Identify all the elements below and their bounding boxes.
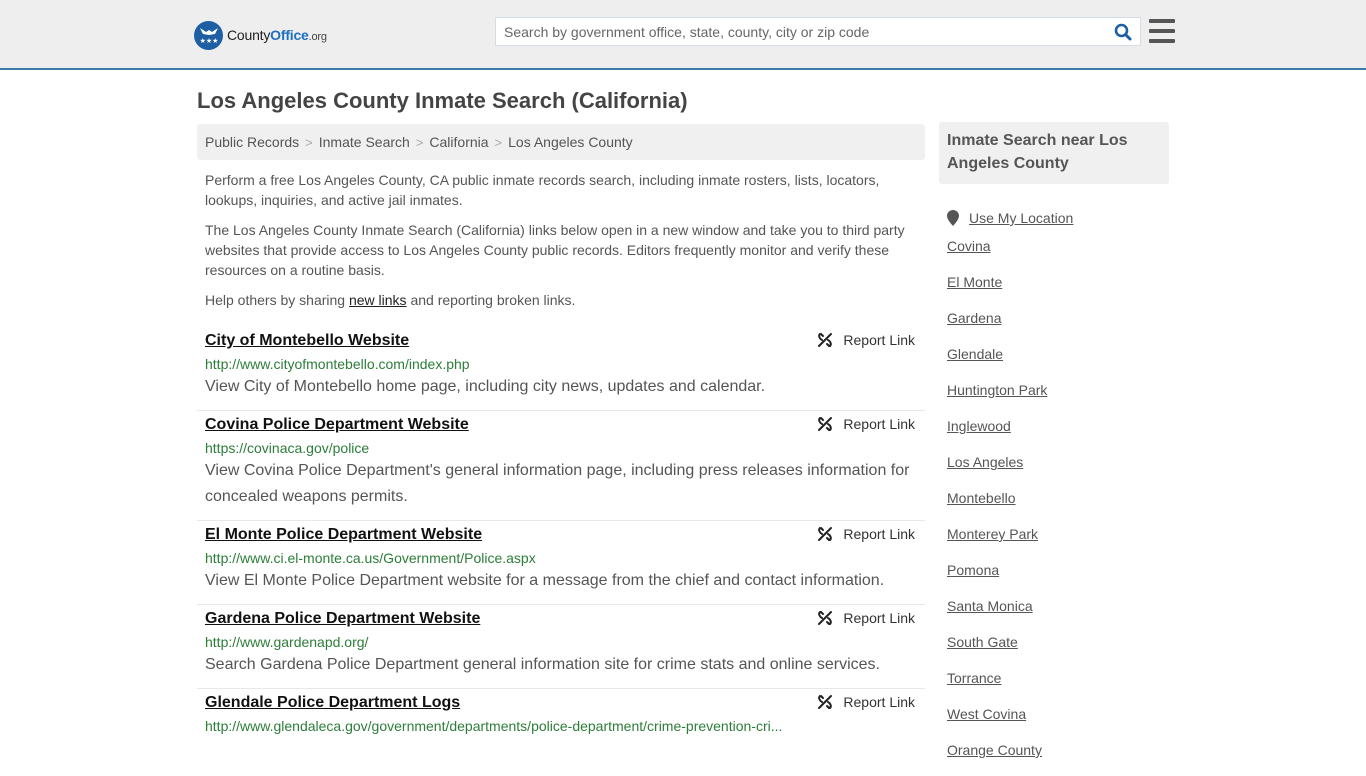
intro-paragraph: Perform a free Los Angeles County, CA pu… bbox=[205, 172, 880, 208]
sidebar-heading: Inmate Search near Los Angeles County bbox=[939, 122, 1169, 184]
result-description: View City of Montebello home page, inclu… bbox=[205, 378, 766, 395]
result-item: Glendale Police Department Logs Report L… bbox=[197, 689, 925, 745]
sidebar-place-link[interactable]: El Monte bbox=[947, 272, 1073, 308]
sidebar-place-link[interactable]: Santa Monica bbox=[947, 596, 1073, 632]
result-item: City of Montebello Website Report Link h… bbox=[197, 327, 925, 411]
svg-text:★★★: ★★★ bbox=[199, 37, 218, 45]
sidebar-place-link[interactable]: Covina bbox=[947, 236, 1073, 272]
result-item: Covina Police Department Website Report … bbox=[197, 411, 925, 521]
breadcrumb-separator: > bbox=[415, 134, 424, 150]
breadcrumb: Public Records > Inmate Search > Califor… bbox=[197, 124, 925, 160]
top-header: ★★★ CountyOffice.org bbox=[0, 0, 1366, 70]
sidebar-place-link[interactable]: Glendale bbox=[947, 344, 1073, 380]
result-url: http://www.glendaleca.gov/government/dep… bbox=[205, 718, 783, 734]
logo-wordmark: CountyOffice.org bbox=[227, 27, 327, 43]
use-my-location-link[interactable]: Use My Location bbox=[947, 200, 1073, 236]
report-link-button[interactable]: Report Link bbox=[817, 526, 915, 542]
result-url: http://www.ci.el-monte.ca.us/Government/… bbox=[205, 550, 536, 566]
result-item: El Monte Police Department Website Repor… bbox=[197, 521, 925, 605]
hamburger-menu-icon[interactable] bbox=[1149, 19, 1175, 43]
sidebar-place-link[interactable]: Pomona bbox=[947, 560, 1073, 596]
result-title-link[interactable]: City of Montebello Website bbox=[205, 331, 409, 351]
breadcrumb-separator: > bbox=[305, 134, 313, 150]
results-list: City of Montebello Website Report Link h… bbox=[197, 327, 925, 745]
result-url: http://www.gardenapd.org/ bbox=[205, 634, 369, 650]
sidebar-place-link[interactable]: South Gate bbox=[947, 632, 1073, 668]
report-link-button[interactable]: Report Link bbox=[817, 610, 915, 626]
result-title-link[interactable]: Covina Police Department Website bbox=[205, 415, 469, 435]
search-input[interactable] bbox=[496, 18, 1106, 45]
site-logo[interactable]: ★★★ CountyOffice.org bbox=[194, 20, 327, 50]
report-link-button[interactable]: Report Link bbox=[817, 694, 915, 710]
result-description: View Covina Police Department's general … bbox=[205, 462, 910, 505]
share-links-paragraph: Help others by sharing new links and rep… bbox=[205, 292, 576, 308]
search-button[interactable] bbox=[1106, 18, 1140, 45]
result-url: https://covinaca.gov/police bbox=[205, 440, 370, 456]
sidebar-place-link[interactable]: West Covina bbox=[947, 704, 1073, 740]
result-title-link[interactable]: Glendale Police Department Logs bbox=[205, 693, 460, 713]
sidebar-place-link[interactable]: Huntington Park bbox=[947, 380, 1073, 416]
broken-link-icon bbox=[818, 527, 833, 541]
report-link-button[interactable]: Report Link bbox=[817, 332, 915, 348]
broken-link-icon bbox=[818, 695, 833, 709]
page-title: Los Angeles County Inmate Search (Califo… bbox=[197, 88, 688, 113]
sidebar-place-link[interactable]: Inglewood bbox=[947, 416, 1073, 452]
nearby-places-list: Use My Location Covina El Monte Gardena … bbox=[947, 200, 1073, 776]
result-description: View El Monte Police Department website … bbox=[205, 572, 885, 589]
sidebar-place-link[interactable]: Monterey Park bbox=[947, 524, 1073, 560]
broken-link-icon bbox=[818, 417, 833, 431]
result-title-link[interactable]: Gardena Police Department Website bbox=[205, 609, 480, 629]
sidebar-place-link[interactable]: Gardena bbox=[947, 308, 1073, 344]
breadcrumb-separator: > bbox=[494, 134, 503, 150]
result-url: http://www.cityofmontebello.com/index.ph… bbox=[205, 356, 470, 372]
map-pin-icon bbox=[947, 210, 959, 226]
eagle-stars-logo-icon: ★★★ bbox=[194, 20, 223, 50]
result-description: Search Gardena Police Department general… bbox=[205, 656, 880, 673]
breadcrumb-los-angeles-county[interactable]: Los Angeles County bbox=[508, 134, 633, 150]
sidebar-place-link[interactable]: Orange County bbox=[947, 740, 1073, 776]
result-item: Gardena Police Department Website Report… bbox=[197, 605, 925, 689]
intro-paragraph: The Los Angeles County Inmate Search (Ca… bbox=[205, 222, 905, 278]
breadcrumb-california[interactable]: California bbox=[429, 134, 488, 150]
intro-text: Perform a free Los Angeles County, CA pu… bbox=[205, 170, 917, 320]
broken-link-icon bbox=[818, 333, 833, 347]
report-link-button[interactable]: Report Link bbox=[817, 416, 915, 432]
new-links-link[interactable]: new links bbox=[349, 292, 407, 308]
breadcrumb-public-records[interactable]: Public Records bbox=[205, 134, 299, 150]
result-title-link[interactable]: El Monte Police Department Website bbox=[205, 525, 482, 545]
sidebar-place-link[interactable]: Montebello bbox=[947, 488, 1073, 524]
broken-link-icon bbox=[818, 611, 833, 625]
sidebar-place-link[interactable]: Torrance bbox=[947, 668, 1073, 704]
search-icon bbox=[1114, 23, 1132, 40]
site-search bbox=[495, 17, 1141, 46]
breadcrumb-inmate-search[interactable]: Inmate Search bbox=[319, 134, 410, 150]
sidebar-place-link[interactable]: Los Angeles bbox=[947, 452, 1073, 488]
